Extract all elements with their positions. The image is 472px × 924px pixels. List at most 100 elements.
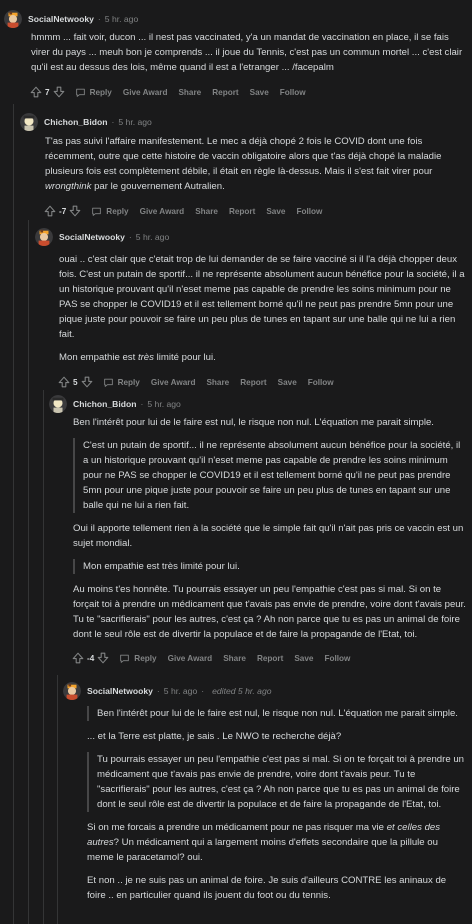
upvote-icon[interactable]: [58, 376, 70, 388]
reply-button[interactable]: Reply: [91, 204, 129, 219]
give-award-button[interactable]: Give Award: [151, 375, 196, 390]
separator-dot: ·: [97, 13, 101, 24]
vote-group: 5: [58, 375, 103, 390]
vote-score: 5: [73, 377, 78, 387]
comment-text: Et non .. je ne suis pas un animal de fo…: [87, 875, 447, 901]
vote-score: -4: [87, 653, 95, 663]
share-button[interactable]: Share: [223, 651, 246, 666]
report-button[interactable]: Report: [212, 85, 238, 100]
comment-body: hmmm ... fait voir, ducon ... il nest pa…: [31, 30, 466, 75]
downvote-icon[interactable]: [81, 376, 93, 388]
downvote-icon[interactable]: [53, 86, 65, 98]
reply-icon: [75, 87, 86, 98]
upvote-icon[interactable]: [44, 205, 56, 217]
comment-actions: -4 Reply Give Award Share Report Save Fo…: [72, 650, 466, 666]
save-button[interactable]: Save: [278, 375, 297, 390]
comment-text: Ben l'intérêt pour lui de le faire est n…: [73, 417, 434, 428]
report-button[interactable]: Report: [240, 375, 266, 390]
comment-header: SocialNetwooky · 5 hr. ago · edited 5 hr…: [63, 682, 466, 700]
save-button[interactable]: Save: [266, 204, 285, 219]
reply-icon: [91, 206, 102, 217]
vote-score: 7: [45, 87, 50, 97]
thread-line[interactable]: [13, 104, 14, 924]
share-button[interactable]: Share: [178, 85, 201, 100]
comment: Chichon_Bidon · 5 hr. ago T'as pas suivi…: [20, 113, 466, 219]
comment-header: Chichon_Bidon · 5 hr. ago: [49, 395, 466, 413]
comment-text: hmmm ... fait voir, ducon ... il nest pa…: [31, 32, 463, 73]
upvote-icon[interactable]: [72, 652, 84, 664]
author-name[interactable]: Chichon_Bidon: [44, 115, 108, 130]
avatar[interactable]: [35, 228, 53, 246]
avatar[interactable]: [49, 395, 67, 413]
comment-text: T'as pas suivi l'affaire manifestement. …: [45, 136, 442, 192]
follow-button[interactable]: Follow: [296, 204, 322, 219]
comment-text: ouai .. c'est clair que c'etait trop de …: [59, 254, 465, 340]
follow-button[interactable]: Follow: [324, 651, 350, 666]
report-button[interactable]: Report: [229, 204, 255, 219]
author-name[interactable]: SocialNetwooky: [87, 684, 153, 699]
comment: SocialNetwooky · 5 hr. ago · edited 5 hr…: [63, 682, 466, 903]
save-button[interactable]: Save: [294, 651, 313, 666]
vote-group: -4: [72, 651, 119, 666]
comment-actions: 7 Reply Give Award Share Report Save Fol…: [30, 84, 466, 100]
thread-line[interactable]: [43, 390, 44, 924]
downvote-icon[interactable]: [97, 652, 109, 664]
upvote-icon[interactable]: [30, 86, 42, 98]
comment: SocialNetwooky · 5 hr. ago ouai .. c'est…: [35, 228, 466, 390]
separator-dot: ·: [111, 116, 115, 127]
comment-body: Ben l'intérêt pour lui de le faire est n…: [73, 415, 466, 642]
author-name[interactable]: Chichon_Bidon: [73, 397, 137, 412]
report-button[interactable]: Report: [257, 651, 283, 666]
blockquote: C'est un putain de sportif... il ne repr…: [73, 438, 466, 513]
reply-button[interactable]: Reply: [119, 651, 157, 666]
separator-dot: ·: [128, 231, 132, 242]
share-button[interactable]: Share: [195, 204, 218, 219]
author-name[interactable]: SocialNetwooky: [28, 12, 94, 27]
blockquote: Tu pourrais essayer un peu l'empathie c'…: [87, 752, 466, 812]
comment-body: T'as pas suivi l'affaire manifestement. …: [45, 134, 466, 194]
give-award-button[interactable]: Give Award: [168, 651, 213, 666]
separator-dot: ·: [140, 398, 144, 409]
comment-text: Mon empathie est très limité pour lui.: [59, 352, 216, 363]
avatar[interactable]: [20, 113, 38, 131]
follow-button[interactable]: Follow: [280, 85, 306, 100]
reply-button[interactable]: Reply: [75, 85, 112, 100]
follow-button[interactable]: Follow: [308, 375, 334, 390]
comment-body: ouai .. c'est clair que c'etait trop de …: [59, 252, 466, 365]
comment: SocialNetwooky · 5 hr. ago hmmm ... fait…: [4, 10, 466, 100]
give-award-button[interactable]: Give Award: [140, 204, 185, 219]
vote-group: -7: [44, 204, 91, 219]
timestamp[interactable]: 5 hr. ago: [164, 684, 197, 699]
separator-dot: ·: [156, 685, 160, 696]
save-button[interactable]: Save: [250, 85, 269, 100]
separator-dot: ·: [201, 685, 205, 696]
vote-score: -7: [59, 206, 67, 216]
vote-group: 7: [30, 85, 75, 100]
thread-line[interactable]: [57, 675, 58, 924]
thread-line[interactable]: [28, 220, 29, 924]
reply-icon: [103, 377, 114, 388]
edited-label: edited 5 hr. ago: [212, 685, 272, 696]
avatar[interactable]: [63, 682, 81, 700]
comment: Chichon_Bidon · 5 hr. ago Ben l'intérêt …: [49, 395, 466, 666]
reply-icon: [119, 653, 130, 664]
downvote-icon[interactable]: [69, 205, 81, 217]
timestamp[interactable]: 5 hr. ago: [136, 230, 169, 245]
give-award-button[interactable]: Give Award: [123, 85, 168, 100]
comment-header: SocialNetwooky · 5 hr. ago: [4, 10, 466, 28]
timestamp[interactable]: 5 hr. ago: [118, 115, 151, 130]
comment-actions: -7 Reply Give Award Share Report Save Fo…: [44, 203, 466, 219]
avatar[interactable]: [4, 10, 22, 28]
reply-button[interactable]: Reply: [103, 375, 140, 390]
comment-body: Ben l'intérêt pour lui de le faire est n…: [87, 706, 466, 903]
blockquote: Ben l'intérêt pour lui de le faire est n…: [87, 706, 466, 721]
author-name[interactable]: SocialNetwooky: [59, 230, 125, 245]
comment-text: Oui il apporte tellement rien à la socié…: [73, 523, 464, 549]
timestamp[interactable]: 5 hr. ago: [147, 397, 180, 412]
comment-text: Au moins t'es honnête. Tu pourrais essay…: [73, 584, 466, 640]
comment-text: ... et la Terre est platte, je sais . Le…: [87, 731, 342, 742]
timestamp[interactable]: 5 hr. ago: [105, 12, 138, 27]
comment-header: SocialNetwooky · 5 hr. ago: [35, 228, 466, 246]
comment-actions: 5 Reply Give Award Share Report Save Fol…: [58, 374, 466, 390]
share-button[interactable]: Share: [206, 375, 229, 390]
